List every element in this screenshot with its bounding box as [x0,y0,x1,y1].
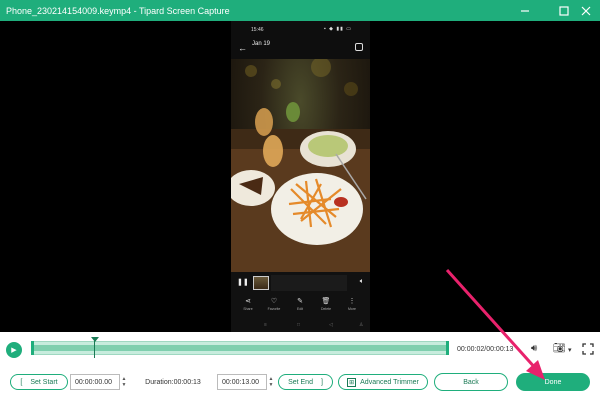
back-nav-icon: ◁ [329,322,333,328]
trim-selection [34,345,446,351]
chevron-down-icon: ▼ [268,382,274,388]
snapshot-button[interactable]: 📷︎ [553,343,566,354]
share-icon: ⋖ [245,298,251,305]
volume-icon: 🔊︎ [531,343,538,354]
food-photo [231,59,370,272]
phone-action-label: Delete [320,307,332,311]
done-label: Done [544,378,562,386]
chevron-down-icon: ▼ [121,382,127,388]
trim-end-handle[interactable] [446,341,449,355]
set-end-label: Set End [288,378,313,386]
phone-action-label: More [348,307,356,311]
phone-status-icons: ▪ ◆ ▮▮ ▭ [323,26,352,32]
play-icon: ▶ [11,347,17,354]
minimize-button[interactable] [514,0,536,21]
video-viewer: 15:46 ▪ ◆ ▮▮ ▭ ← Jan 19 ❚❚ 🔈︎ ⋖ Share ♡ … [0,21,600,332]
back-arrow-icon: ← [238,43,247,53]
back-button[interactable]: Back [434,373,508,391]
advanced-trimmer-label: Advanced Trimmer [360,378,419,386]
lens-icon [355,43,363,51]
start-time-value: 00:00:00.00 [75,378,112,386]
minimize-icon [521,9,529,12]
end-time-stepper[interactable]: ▲ ▼ [267,374,275,390]
back-label: Back [463,378,479,386]
set-start-label: Set Start [30,378,58,386]
phone-action-label: Favorite [267,307,281,311]
phone-gallery-header: ← Jan 19 [231,37,370,59]
video-strip [271,275,347,291]
phone-nav-bar: ≡ □ ◁ ♙ [231,321,370,331]
phone-status-time: 15:46 [251,27,264,33]
phone-status-bar: 15:46 ▪ ◆ ▮▮ ▭ [231,21,370,37]
phone-action-more: ⋮ More [343,297,361,311]
pause-icon: ❚❚ [237,279,249,286]
playhead[interactable] [90,337,99,358]
window-title: Phone_230214154009.keymp4 - Tipard Scree… [6,5,230,16]
duration-display: Duration:00:00:13 [131,374,215,390]
edit-icon: ✎ [297,298,303,305]
timecode: 00:00:02/00:00:13 [457,346,514,353]
trim-start-handle[interactable] [31,341,34,355]
set-start-button[interactable]: [ Set Start [10,374,68,390]
maximize-button[interactable] [553,0,575,21]
playhead-line [93,341,95,358]
trimmer-icon: ⊞ [347,377,357,387]
close-button[interactable] [575,0,597,21]
video-thumbnail [253,276,269,290]
done-button[interactable]: Done [516,373,590,391]
phone-action-share: ⋖ Share [239,297,257,311]
phone-controls: ❚❚ 🔈︎ ⋖ Share ♡ Favorite ✎ Edit 🗑︎ Delet… [231,272,370,332]
home-icon: □ [297,322,301,328]
more-icon: ⋮ [348,298,356,305]
volume-button[interactable]: 🔊︎ [531,343,537,354]
end-time-value: 00:00:13.00 [222,378,259,386]
fullscreen-button[interactable] [582,343,594,358]
bracket-right-icon: ] [320,378,323,386]
food-photo-illustration [231,59,370,272]
phone-action-favorite: ♡ Favorite [265,297,283,311]
set-end-button[interactable]: Set End ] [278,374,333,390]
speaker-icon: 🔈︎ [359,278,364,285]
heart-icon: ♡ [270,298,278,305]
advanced-trimmer-button[interactable]: ⊞ Advanced Trimmer [338,374,428,390]
end-time-field[interactable]: 00:00:13.00 [217,374,267,390]
close-icon [581,6,591,15]
title-bar: Phone_230214154009.keymp4 - Tipard Scree… [0,0,600,21]
camera-icon: 📷︎ [553,343,566,354]
phone-action-edit: ✎ Edit [291,297,309,311]
chevron-down-icon: ▾ [568,347,572,354]
snapshot-dropdown[interactable]: ▾ [568,346,572,354]
play-button[interactable]: ▶ [6,342,22,358]
phone-action-delete: 🗑︎ Delete [317,297,335,311]
phone-action-label: Edit [296,307,304,311]
start-time-stepper[interactable]: ▲ ▼ [120,374,128,390]
phone-header-date: Jan 19 [252,41,271,47]
fullscreen-icon [582,343,594,355]
bracket-left-icon: [ [20,378,23,386]
accessibility-icon: ♙ [359,322,364,328]
recents-icon: ≡ [264,322,267,328]
phone-action-label: Share [243,307,253,311]
playhead-marker [90,337,99,342]
phone-recording-frame: 15:46 ▪ ◆ ▮▮ ▭ ← Jan 19 ❚❚ 🔈︎ ⋖ Share ♡ … [231,21,370,332]
duration-label: Duration:00:00:13 [145,378,201,386]
maximize-icon [559,5,569,16]
start-time-field[interactable]: 00:00:00.00 [70,374,120,390]
trash-icon: 🗑︎ [321,298,331,305]
